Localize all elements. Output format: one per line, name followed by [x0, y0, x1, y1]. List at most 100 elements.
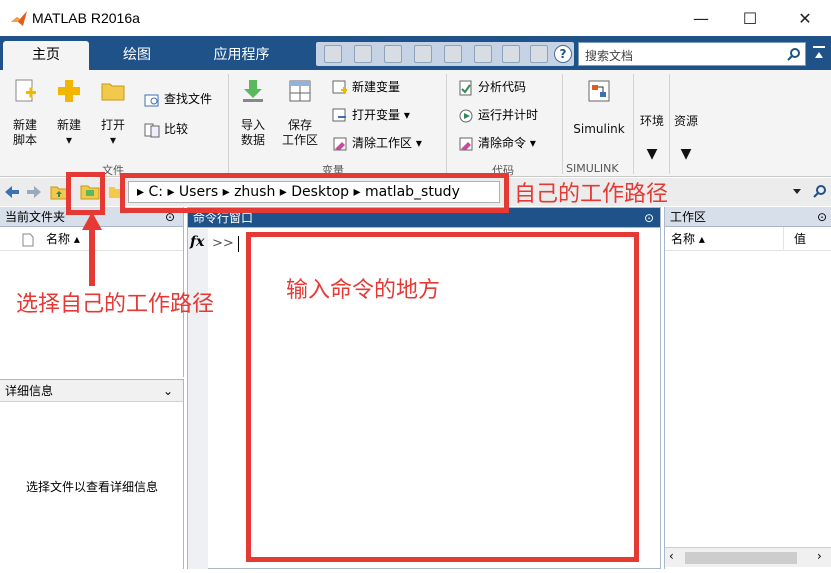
copy-icon[interactable] [414, 45, 432, 63]
import-data-button[interactable]: 导入 数据 [236, 78, 270, 148]
save-workspace-icon [289, 80, 311, 102]
group-separator [446, 74, 447, 174]
back-arrow-icon[interactable] [4, 184, 20, 200]
path-dropdown-icon[interactable] [792, 186, 802, 196]
text-cursor [238, 236, 239, 252]
environment-button[interactable]: 环境 ▼ [637, 114, 667, 162]
run-and-time-button[interactable]: 运行并计时 [458, 106, 538, 124]
command-window-title: 命令行窗口 [193, 211, 254, 225]
compare-label: 比较 [164, 122, 189, 136]
simulink-button[interactable]: Simulink [570, 78, 628, 137]
details-message: 选择文件以查看详细信息 [25, 480, 158, 494]
analyze-code-icon [459, 80, 472, 95]
clear-workspace-button[interactable]: 清除工作区 ▾ [332, 134, 422, 152]
command-gutter [188, 229, 208, 569]
run-and-time-icon [459, 109, 473, 122]
new-script-button[interactable]: 新建 脚本 [6, 78, 44, 148]
import-icon [243, 80, 263, 102]
new-variable-icon [332, 80, 347, 93]
compare-button[interactable]: 比较 [144, 120, 188, 138]
open-dropdown-icon: ▾ [109, 133, 117, 147]
folder-open-icon [101, 83, 125, 101]
clear-workspace-icon [333, 137, 347, 150]
scrollbar-thumb[interactable] [685, 552, 797, 564]
new-variable-button[interactable]: 新建变量 [332, 78, 400, 96]
annotation-box-path [120, 173, 509, 213]
find-files-button[interactable]: 查找文件 [144, 90, 212, 108]
cut-icon[interactable] [384, 45, 402, 63]
ribbon: 新建 脚本 新建 ▾ 打开 ▾ 查找文件 比较 文件 导入 数据 保存 工作区 … [0, 70, 831, 177]
group-separator [562, 74, 563, 174]
help-icon[interactable]: ? [554, 45, 572, 63]
open-variable-icon [332, 108, 346, 121]
minimize-button[interactable]: — [686, 6, 716, 32]
annotation-arrow-icon [82, 212, 102, 286]
scroll-left-icon[interactable]: ‹ [669, 549, 674, 563]
compare-icon [144, 123, 160, 137]
environment-label: 环境 [639, 114, 664, 128]
minimize-ribbon-icon[interactable] [812, 44, 826, 62]
tab-plots[interactable]: 绘图 [94, 41, 180, 70]
save-workspace-button[interactable]: 保存 工作区 [280, 78, 320, 148]
quick-access-icon[interactable] [324, 45, 342, 63]
import-data-label: 导入 数据 [240, 118, 265, 147]
annotation-select-path: 选择自己的工作路径 [16, 292, 215, 317]
workspace-panel: 工作区 ⊙ 名称 ▴ 值 ‹ › [664, 207, 831, 569]
details-title: 详细信息 [5, 384, 54, 398]
annotation-command-area: 输入命令的地方 [286, 278, 441, 303]
search-documentation-input[interactable]: 搜索文档 [578, 42, 806, 66]
group-separator [669, 74, 670, 174]
search-folder-icon[interactable] [812, 184, 828, 200]
open-variable-label: 打开变量 ▾ [352, 108, 410, 122]
details-header: 详细信息 ⌄ [0, 380, 183, 402]
fx-icon[interactable]: fx [190, 234, 204, 250]
redo-icon[interactable] [502, 45, 520, 63]
simulink-icon [588, 80, 610, 102]
window-title: MATLAB R2016a [32, 10, 140, 26]
scroll-right-icon[interactable]: › [817, 549, 822, 563]
switch-windows-icon[interactable] [530, 45, 548, 63]
title-bar: MATLAB R2016a — ☐ ✕ [0, 0, 831, 36]
search-icon[interactable] [787, 47, 801, 61]
analyze-code-button[interactable]: 分析代码 [458, 78, 526, 96]
clear-commands-button[interactable]: 清除命令 ▾ [458, 134, 536, 152]
command-prompt: >> [212, 236, 234, 251]
horizontal-scrollbar[interactable]: ‹ › [665, 547, 831, 567]
new-label: 新建 [56, 118, 81, 132]
column-name-header[interactable]: 名称 ▴ [46, 232, 80, 246]
maximize-button[interactable]: ☐ [735, 6, 765, 32]
workspace-name-column[interactable]: 名称 ▴ [671, 227, 705, 251]
open-button[interactable]: 打开 ▾ [96, 78, 130, 148]
resources-button[interactable]: 资源 ▼ [671, 114, 701, 162]
simulink-label: Simulink [573, 122, 625, 136]
workspace-title: 工作区 [670, 210, 707, 224]
tab-home[interactable]: 主页 [3, 41, 89, 70]
save-workspace-label: 保存 工作区 [281, 118, 318, 147]
find-files-icon [144, 94, 159, 106]
search-placeholder: 搜索文档 [585, 49, 634, 63]
forward-arrow-icon[interactable] [26, 184, 42, 200]
paste-icon[interactable] [444, 45, 462, 63]
workspace-value-column[interactable]: 值 [783, 227, 806, 251]
run-and-time-label: 运行并计时 [478, 108, 539, 122]
new-dropdown-icon: ▾ [65, 133, 73, 147]
workspace-columns: 名称 ▴ 值 [665, 227, 831, 251]
save-icon[interactable] [354, 45, 372, 63]
new-script-label: 新建 脚本 [12, 118, 37, 147]
close-button[interactable]: ✕ [790, 6, 820, 32]
new-button[interactable]: 新建 ▾ [52, 78, 86, 148]
open-label: 打开 [100, 118, 125, 132]
details-panel: 详细信息 ⌄ 选择文件以查看详细信息 [0, 379, 184, 569]
group-label-simulink: SIMULINK [566, 162, 619, 175]
tab-apps[interactable]: 应用程序 [184, 41, 299, 70]
chevron-down-icon[interactable]: ⌄ [163, 380, 173, 402]
panel-menu-icon[interactable]: ⊙ [644, 208, 654, 228]
undo-icon[interactable] [474, 45, 492, 63]
file-icon [22, 233, 34, 246]
find-files-label: 查找文件 [164, 92, 213, 106]
panel-menu-icon[interactable]: ⊙ [817, 207, 827, 227]
new-script-icon [15, 79, 36, 102]
resources-dropdown-icon: ▼ [680, 146, 692, 162]
annotation-path-label: 自己的工作路径 [514, 182, 669, 207]
open-variable-button[interactable]: 打开变量 ▾ [332, 106, 410, 124]
